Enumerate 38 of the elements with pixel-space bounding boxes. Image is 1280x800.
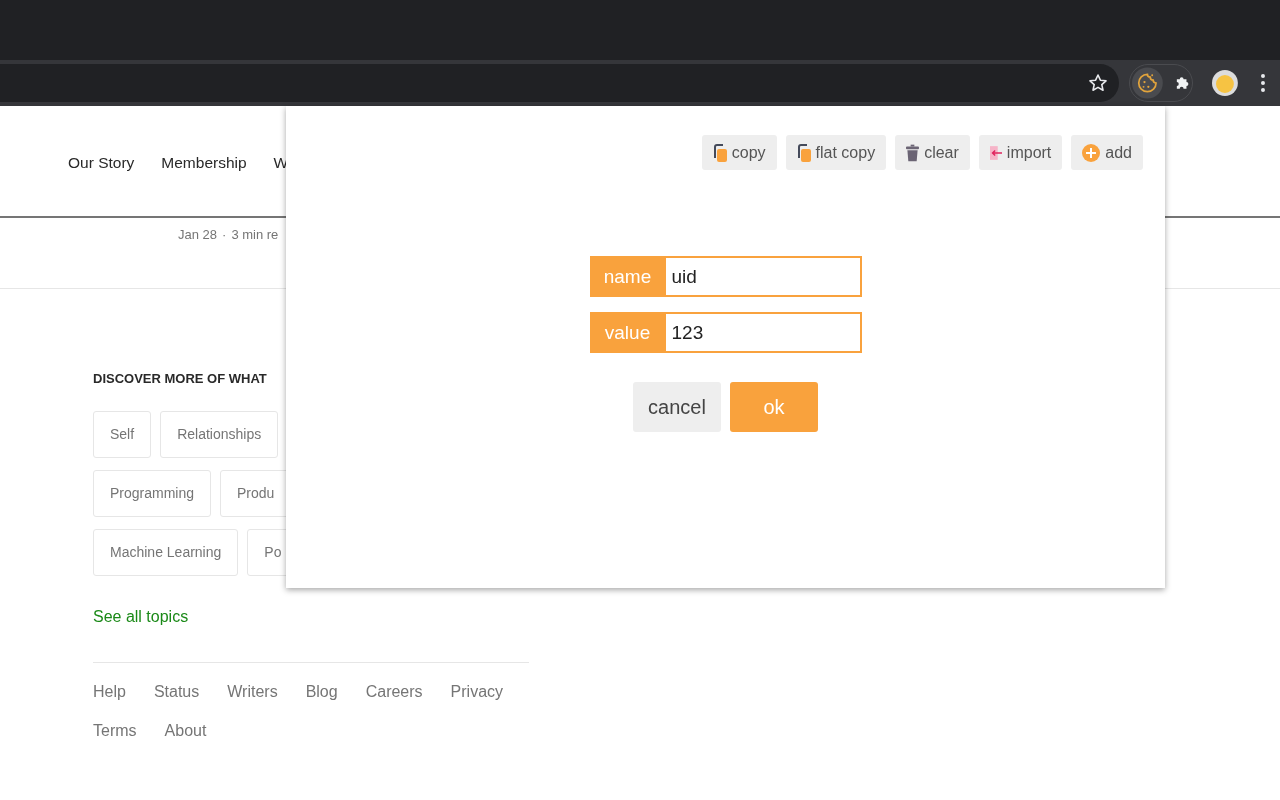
nav-link[interactable]: Our Story	[68, 153, 135, 173]
input-field[interactable]: uid	[665, 256, 862, 297]
footer-link[interactable]: Status	[153, 683, 200, 702]
footer-link[interactable]: Writers	[227, 683, 278, 702]
footer-link[interactable]: Privacy	[450, 683, 504, 702]
footer-link[interactable]: About	[164, 722, 207, 741]
section-heading: DISCOVER MORE OF WHAT	[93, 371, 267, 386]
footer-link[interactable]: Help	[93, 683, 126, 702]
toolbar-button[interactable]: copy	[701, 135, 777, 170]
see-all-link[interactable]: See all topics	[93, 608, 189, 626]
separator-dot: ·	[222, 226, 227, 243]
avatar-icon[interactable]	[1212, 70, 1239, 96]
trash-icon	[906, 143, 920, 162]
star-icon[interactable]	[1088, 73, 1109, 93]
topic-tag[interactable]: Self	[93, 411, 152, 458]
toolbar-button[interactable]: import	[978, 135, 1063, 170]
topic-tag[interactable]: Relationships	[160, 411, 279, 458]
toolbar-button[interactable]: flat copy	[785, 135, 887, 170]
cancel-button[interactable]: cancel	[633, 382, 721, 432]
footer-link[interactable]: Terms	[93, 722, 137, 741]
input-field[interactable]: 123	[665, 312, 862, 353]
field-label: value	[589, 312, 666, 353]
cookie-icon[interactable]	[1132, 67, 1163, 99]
footer-link[interactable]: Careers	[365, 683, 423, 702]
add-icon	[1082, 143, 1101, 162]
toolbar-button[interactable]: add	[1071, 135, 1143, 170]
topic-tag[interactable]: Machine Learning	[93, 529, 239, 576]
footer-link[interactable]: Blog	[305, 683, 338, 702]
flat-copy-icon	[796, 143, 811, 162]
toolbar-button[interactable]: clear	[895, 135, 970, 170]
copy-icon	[712, 143, 727, 162]
read-time: 3 min re	[231, 226, 279, 243]
nav-link[interactable]: Membership	[161, 153, 247, 173]
post-date: Jan 28	[178, 226, 218, 243]
import-icon	[989, 143, 1002, 162]
field-label: name	[589, 256, 666, 297]
topic-tag[interactable]: Programming	[93, 470, 212, 517]
menu-icon[interactable]	[1260, 73, 1266, 93]
